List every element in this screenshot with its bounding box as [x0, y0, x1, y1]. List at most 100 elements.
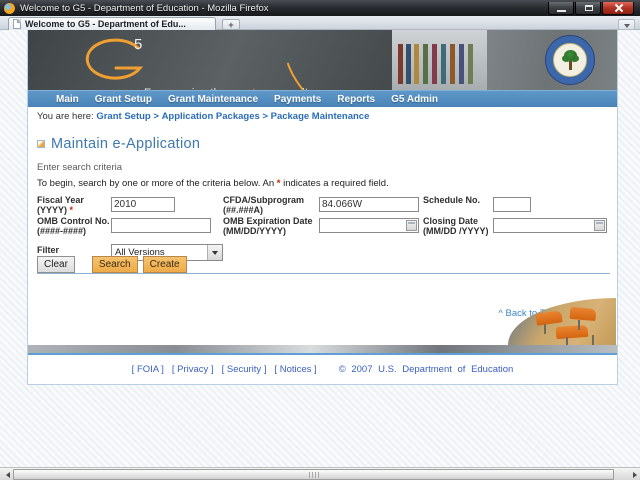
fiscal-year-cell — [111, 194, 223, 212]
breadcrumb-separator: > — [153, 111, 159, 122]
seal-tree-trunk — [569, 61, 572, 70]
omb-expiration-date-input[interactable] — [320, 219, 406, 232]
book-spine — [450, 44, 455, 84]
site-container: 5 Empowering the grant community. Main G… — [27, 30, 618, 385]
book-spine — [459, 44, 464, 84]
new-tab-button[interactable]: + — [222, 19, 240, 30]
breadcrumb-link-application-packages[interactable]: Application Packages — [162, 111, 260, 122]
clear-button[interactable]: Clear — [37, 256, 75, 273]
omb-control-no-label: OMB Control No. (####-####) — [37, 216, 110, 236]
instructions-text: To begin, search by one or more of the c… — [37, 178, 389, 189]
footer-link-security[interactable]: [ Security ] — [222, 364, 267, 375]
chair-leg-graphic — [544, 324, 546, 334]
footer-metal-bar — [28, 345, 617, 353]
closing-date-cell — [493, 215, 612, 233]
footer-link-notices[interactable]: [ Notices ] — [274, 364, 316, 375]
close-button[interactable] — [602, 1, 634, 15]
instructions-post: indicates a required field. — [283, 178, 389, 189]
book-spine — [468, 44, 473, 84]
minimize-button[interactable] — [548, 1, 574, 15]
tab-list-dropdown[interactable] — [618, 19, 635, 30]
nav-item-main[interactable]: Main — [56, 94, 79, 105]
site-masthead: 5 Empowering the grant community. — [28, 30, 617, 90]
closing-date-label: Closing Date (MM/DD /YYYY) — [423, 216, 489, 236]
window-titlebar: Welcome to G5 - Department of Education … — [0, 0, 640, 16]
fiscal-year-input[interactable] — [111, 197, 175, 212]
g5-logo-five: 5 — [134, 36, 143, 53]
footer-link-foia[interactable]: [ FOIA ] — [132, 364, 164, 375]
closing-date-input[interactable] — [494, 219, 594, 232]
create-button[interactable]: Create — [142, 256, 187, 273]
chevron-down-icon — [207, 245, 222, 260]
form-buttons: Clear Search Create — [37, 256, 192, 273]
scroll-right-arrow-icon[interactable] — [628, 469, 640, 480]
classroom-chairs-image — [508, 298, 616, 345]
chair-graphic — [569, 306, 597, 322]
seal-inner-circle — [553, 43, 587, 77]
horizontal-scrollbar[interactable] — [0, 467, 640, 480]
breadcrumb-link-grant-setup[interactable]: Grant Setup — [96, 111, 150, 122]
schedule-no-label: Schedule No. — [423, 195, 481, 205]
close-icon — [615, 4, 623, 12]
tab-welcome-g5[interactable]: Welcome to G5 - Department of Edu... — [8, 17, 216, 30]
scrollbar-grip-icon — [308, 472, 319, 478]
omb-expiration-datebox — [319, 218, 419, 233]
required-star: * — [276, 178, 281, 189]
firefox-icon — [4, 2, 15, 14]
nav-item-grant-maintenance[interactable]: Grant Maintenance — [168, 94, 258, 105]
search-button[interactable]: Search — [91, 256, 138, 273]
cfda-subprogram-label: CFDA/Subprogram (##.###A) — [223, 195, 304, 215]
nav-item-grant-setup[interactable]: Grant Setup — [95, 94, 152, 105]
window-controls — [548, 1, 634, 15]
instructions-pre: To begin, search by one or more of the c… — [37, 178, 275, 189]
fiscal-year-required-star: * — [69, 205, 74, 215]
scroll-left-arrow-icon[interactable] — [0, 469, 12, 480]
masthead-photo — [258, 30, 617, 90]
page-title-row: Maintain e-Application — [37, 136, 200, 152]
page-background: 5 Empowering the grant community. Main G… — [0, 30, 640, 467]
fiscal-year-label: Fiscal Year (YYYY) * — [37, 194, 111, 215]
cfda-subprogram-input[interactable] — [319, 197, 419, 212]
book-spine — [441, 44, 446, 84]
chair-graphic — [555, 324, 589, 340]
scrollbar-thumb[interactable] — [13, 469, 614, 480]
omb-expiration-date-label: OMB Expiration Date (MM/DD/YYYY) — [223, 216, 313, 236]
page-subtitle: Enter search criteria — [37, 162, 123, 173]
minimize-icon — [557, 9, 566, 12]
footer-link-privacy[interactable]: [ Privacy ] — [172, 364, 214, 375]
maximize-icon — [585, 4, 593, 11]
breadcrumb-link-package-maintenance[interactable]: Package Maintenance — [271, 111, 370, 122]
omb-expiration-cell — [319, 215, 423, 233]
calendar-icon[interactable] — [594, 220, 605, 231]
calendar-icon[interactable] — [406, 220, 417, 231]
nav-item-reports[interactable]: Reports — [337, 94, 375, 105]
schedule-no-input[interactable] — [493, 197, 531, 212]
title-bullet-icon — [37, 140, 45, 148]
breadcrumb-prefix: You are here: — [37, 111, 94, 122]
tab-bar: Welcome to G5 - Department of Edu... + — [0, 16, 640, 30]
nav-item-g5-admin[interactable]: G5 Admin — [391, 94, 438, 105]
closing-datebox — [493, 218, 607, 233]
copyright-text: © 2007 U.S. Department of Education — [338, 364, 514, 375]
chair-leg-graphic — [592, 335, 594, 345]
seal-tree-icon — [564, 50, 577, 61]
chair-leg-graphic — [566, 337, 568, 345]
fiscal-year-label-text: Fiscal Year (YYYY) — [37, 195, 84, 215]
main-navigation: Main Grant Setup Grant Maintenance Payme… — [28, 90, 617, 107]
page-favicon-icon — [13, 19, 21, 29]
section-divider — [37, 273, 610, 274]
omb-control-no-input[interactable] — [111, 218, 211, 233]
schedule-no-cell — [493, 194, 612, 212]
chair-leg-graphic — [578, 320, 580, 330]
omb-control-cell — [111, 215, 223, 233]
breadcrumb: You are here: Grant Setup > Application … — [37, 111, 369, 122]
page-title: Maintain e-Application — [51, 136, 201, 152]
search-criteria-form: Fiscal Year (YYYY) * CFDA/Subprogram (##… — [37, 194, 612, 264]
filter-label: Filter — [37, 245, 60, 255]
tab-title: Welcome to G5 - Department of Edu... — [25, 19, 186, 29]
maximize-button[interactable] — [575, 1, 601, 15]
breadcrumb-separator: > — [262, 111, 268, 122]
nav-item-payments[interactable]: Payments — [274, 94, 321, 105]
cfda-cell — [319, 194, 423, 212]
site-footer: [ FOIA ] [ Privacy ] [ Security ] [ Noti… — [28, 353, 617, 384]
